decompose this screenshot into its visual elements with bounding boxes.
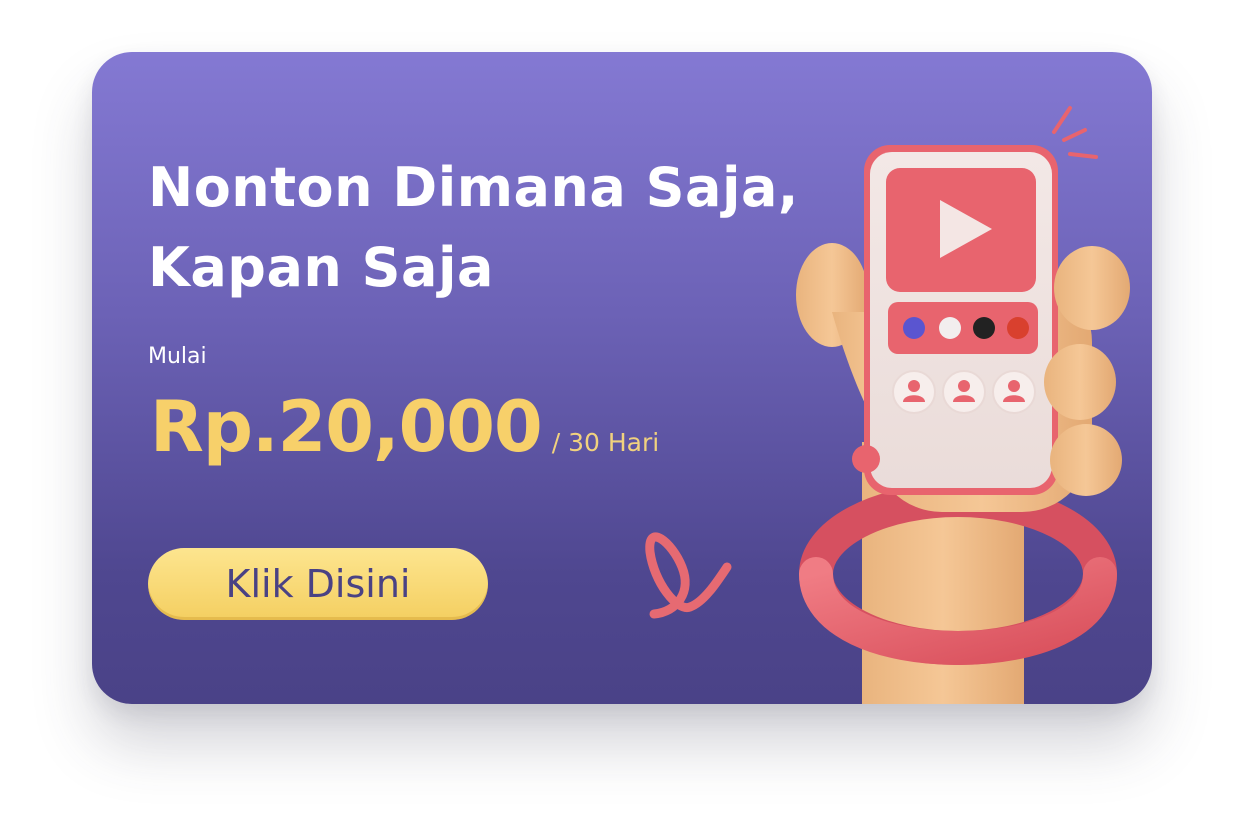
user-icon	[903, 380, 925, 402]
headline-line-2: Kapan Saja	[148, 236, 494, 299]
thumb	[796, 243, 868, 347]
user-avatar-2	[942, 370, 986, 414]
bracelet-ring-front	[799, 557, 1117, 666]
price-period: / 30 Hari	[551, 428, 660, 457]
price-prefix: Mulai	[148, 344, 207, 369]
squiggle-decoration	[645, 532, 732, 619]
user-avatar-1	[892, 370, 936, 414]
red-ball	[852, 445, 880, 473]
user-icon	[953, 380, 975, 402]
bracelet-ring-back	[799, 483, 1117, 665]
headline-line-1: Nonton Dimana Saja,	[148, 156, 799, 219]
promo-banner: Nonton Dimana Saja, Kapan Saja Mulai Rp.…	[92, 52, 1152, 704]
palm	[872, 272, 1092, 512]
price-amount: Rp.20,000	[150, 386, 543, 468]
dot-blue	[903, 317, 925, 339]
play-icon	[940, 200, 992, 258]
dot-black	[973, 317, 995, 339]
arm	[862, 442, 1024, 704]
phone-screen	[870, 152, 1052, 488]
user-avatar-3	[992, 370, 1036, 414]
video-player-card	[886, 168, 1036, 292]
dot-white	[939, 317, 961, 339]
headline: Nonton Dimana Saja, Kapan Saja	[148, 148, 799, 308]
phone-body	[864, 145, 1058, 495]
finger-2	[1044, 344, 1116, 420]
finger-3	[1050, 424, 1122, 496]
finger-1	[1054, 246, 1130, 330]
user-icon	[1003, 380, 1025, 402]
dot-red	[1007, 317, 1029, 339]
color-dot-bar	[888, 302, 1038, 354]
price-row: Rp.20,000 / 30 Hari	[150, 382, 659, 472]
sparkle-decoration	[1052, 106, 1098, 159]
cta-button[interactable]: Klik Disini	[148, 548, 488, 620]
